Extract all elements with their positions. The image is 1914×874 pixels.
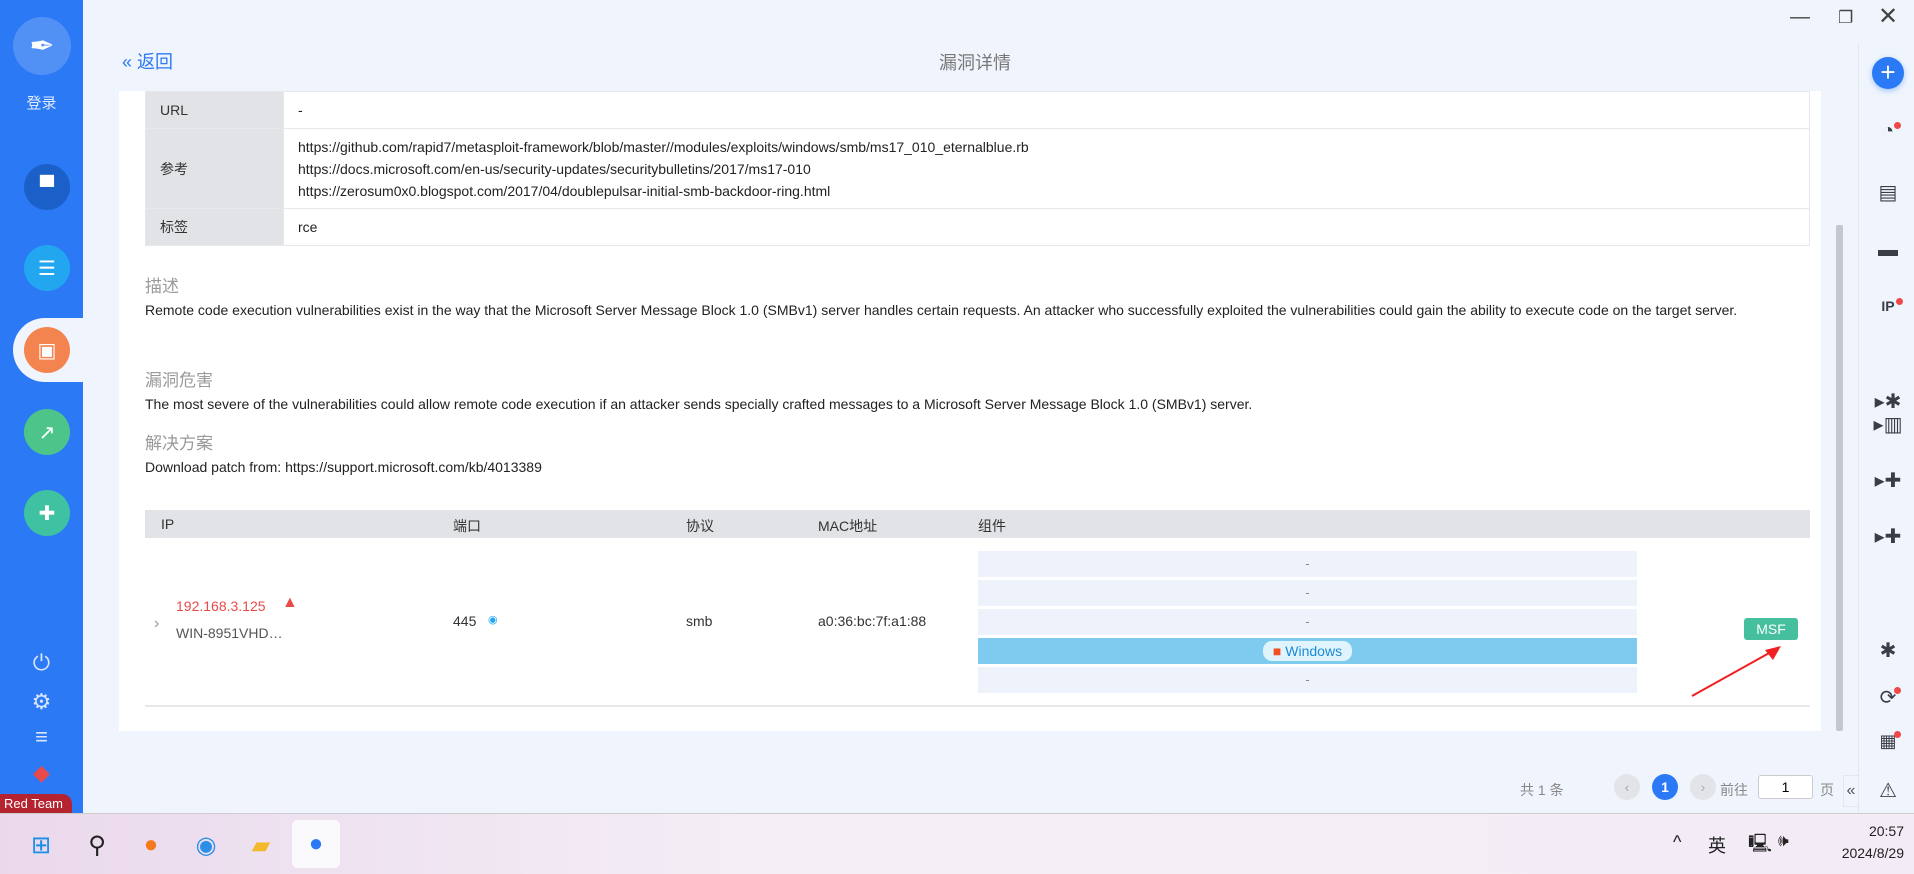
plugin-icon[interactable]: ▸✚ (1870, 468, 1906, 493)
component-item-windows: ■ Windows (978, 638, 1637, 666)
col-ip: IP (161, 516, 175, 532)
settings-gear-icon[interactable]: ⚙ (0, 689, 83, 715)
url-label: URL (145, 91, 284, 129)
chrome-icon[interactable]: ◉ (187, 826, 225, 864)
ip-address[interactable]: 192.168.3.125 (176, 598, 266, 614)
prev-page-button[interactable]: ‹ (1614, 774, 1640, 800)
red-team-badge: Red Team (0, 794, 72, 813)
page-title: 漏洞详情 (939, 53, 1011, 73)
nav-monitor-icon[interactable]: ↗ (24, 409, 70, 455)
login-link[interactable]: 登录 (0, 92, 83, 113)
sync-icon[interactable]: ⟳ (1870, 685, 1906, 710)
history-clock-icon[interactable]: ◔ (1870, 120, 1906, 143)
hostname: WIN-8951VHD… (176, 625, 283, 641)
harm-text: The most severe of the vulnerabilities c… (145, 396, 1253, 412)
ref-link[interactable]: https://docs.microsoft.com/en-us/securit… (298, 158, 1795, 180)
collapse-rail-icon[interactable]: « (1843, 775, 1859, 807)
monitor-icon[interactable]: ▬ (1870, 239, 1906, 262)
msf-button[interactable]: MSF (1744, 618, 1798, 640)
search-icon[interactable]: ⚲ (78, 826, 116, 864)
row-divider (145, 705, 1810, 707)
ref-label: 参考 (145, 128, 284, 209)
back-label: 返回 (137, 52, 174, 72)
mac-address: a0:36:bc:7f:a1:88 (818, 613, 927, 629)
level-badge-icon: ◆ (33, 760, 50, 785)
harm-heading: 漏洞危害 (145, 371, 213, 390)
tray-expand-icon[interactable]: ^ (1673, 832, 1681, 853)
ip-icon[interactable]: IP (1870, 298, 1906, 314)
table-header: IP 端口 协议 MAC地址 组件 (145, 510, 1810, 538)
alert-icon[interactable]: ⚠ (1870, 778, 1906, 803)
total-count: 共 1 条 (1520, 782, 1564, 798)
page-suffix: 页 (1820, 782, 1834, 798)
clock-date[interactable]: 2024/8/29 (1812, 845, 1904, 861)
port-detail-icon[interactable]: ◉ (488, 613, 498, 626)
close-icon[interactable]: ✕ (1878, 2, 1898, 31)
warning-icon: ▲ (282, 594, 298, 611)
restore-icon[interactable]: ❐ (1838, 8, 1853, 28)
expand-chevron-icon[interactable]: › (154, 615, 159, 633)
ref-link[interactable]: https://zerosum0x0.blogspot.com/2017/04/… (298, 180, 1795, 202)
windows-tag: ■ Windows (1262, 641, 1353, 661)
nav-server-icon[interactable]: ☰ (24, 245, 70, 291)
goto-label: 前往 (1720, 782, 1748, 798)
nav-plugin-icon[interactable]: ✚ (24, 490, 70, 536)
app-logo-icon[interactable]: ✒ (13, 17, 71, 75)
col-mac: MAC地址 (818, 518, 878, 534)
red-arrow-annotation (1691, 646, 1781, 697)
network-icon[interactable]: 🖳 (1748, 831, 1772, 861)
volume-icon[interactable]: 🕪 (1778, 831, 1789, 851)
ime-indicator[interactable]: 英 (1708, 832, 1726, 858)
col-protocol: 协议 (686, 518, 714, 534)
windows-label: Windows (1285, 643, 1343, 659)
add-icon[interactable]: + (1872, 57, 1904, 89)
bug-icon[interactable]: ▸✱ (1870, 389, 1906, 414)
component-item: - (978, 667, 1637, 695)
col-port: 端口 (453, 518, 481, 534)
right-rail-divider (1858, 44, 1859, 813)
plugin-settings-icon[interactable]: ▸✚ (1870, 524, 1906, 549)
component-item: - (978, 609, 1637, 637)
file-explorer-icon[interactable]: ▰ (242, 826, 280, 864)
solution-text: Download patch from: https://support.mic… (145, 459, 542, 475)
ref-link[interactable]: https://github.com/rapid7/metasploit-fra… (298, 136, 1795, 158)
desc-text: Remote code execution vulnerabilities ex… (145, 302, 1738, 318)
windows-start-icon[interactable]: ⊞ (22, 826, 60, 864)
next-page-button[interactable]: › (1690, 774, 1716, 800)
power-icon[interactable]: ⏻ (0, 650, 83, 676)
taskbar: ⊞ ⚲ ● ◉ ▰ ● ^ 英 🖳 🕪 20:57 2024/8/29 (0, 813, 1914, 874)
desc-heading: 描述 (145, 277, 179, 296)
left-sidebar: ✒ 登录 ▀ ☰ ▣ ↗ ✚ ⏻ ⚙ ≡ ◆ Red Team (0, 0, 93, 813)
app-taskbar-icon[interactable]: ● (292, 820, 340, 868)
minimize-icon[interactable]: — (1790, 6, 1810, 29)
col-component: 组件 (978, 518, 1006, 534)
double-chevron-left-icon: « (122, 52, 138, 72)
solution-heading: 解决方案 (145, 434, 213, 453)
scrollbar[interactable] (1836, 225, 1843, 731)
log-icon[interactable]: ▦ (1870, 731, 1906, 752)
nav-report-icon[interactable]: ▣ (24, 327, 70, 373)
tag-value: rce (283, 208, 1810, 246)
windows-logo-icon: ■ (1272, 643, 1282, 659)
info-table: URL - 参考 https://github.com/rapid7/metasp… (145, 91, 1810, 246)
component-item: - (978, 580, 1637, 608)
page-input[interactable] (1758, 775, 1813, 799)
clock-time[interactable]: 20:57 (1852, 823, 1904, 839)
chart-icon[interactable]: ▸▥ (1870, 412, 1906, 437)
protocol: smb (686, 613, 713, 629)
nav-profile-icon[interactable]: ▀ (24, 164, 70, 210)
server-icon[interactable]: ▤ (1870, 180, 1906, 205)
bug-scan-icon[interactable]: ✱ (1870, 638, 1906, 663)
component-item: - (978, 551, 1637, 579)
back-link[interactable]: « 返回 (122, 48, 173, 74)
url-value: - (283, 91, 1810, 129)
firefox-icon[interactable]: ● (132, 826, 170, 864)
vuln-detail-card: URL - 参考 https://github.com/rapid7/metasp… (119, 91, 1821, 731)
page-1-button[interactable]: 1 (1652, 774, 1678, 800)
port: 445 (453, 613, 477, 629)
tag-label: 标签 (145, 208, 284, 246)
menu-icon[interactable]: ≡ (0, 724, 83, 750)
